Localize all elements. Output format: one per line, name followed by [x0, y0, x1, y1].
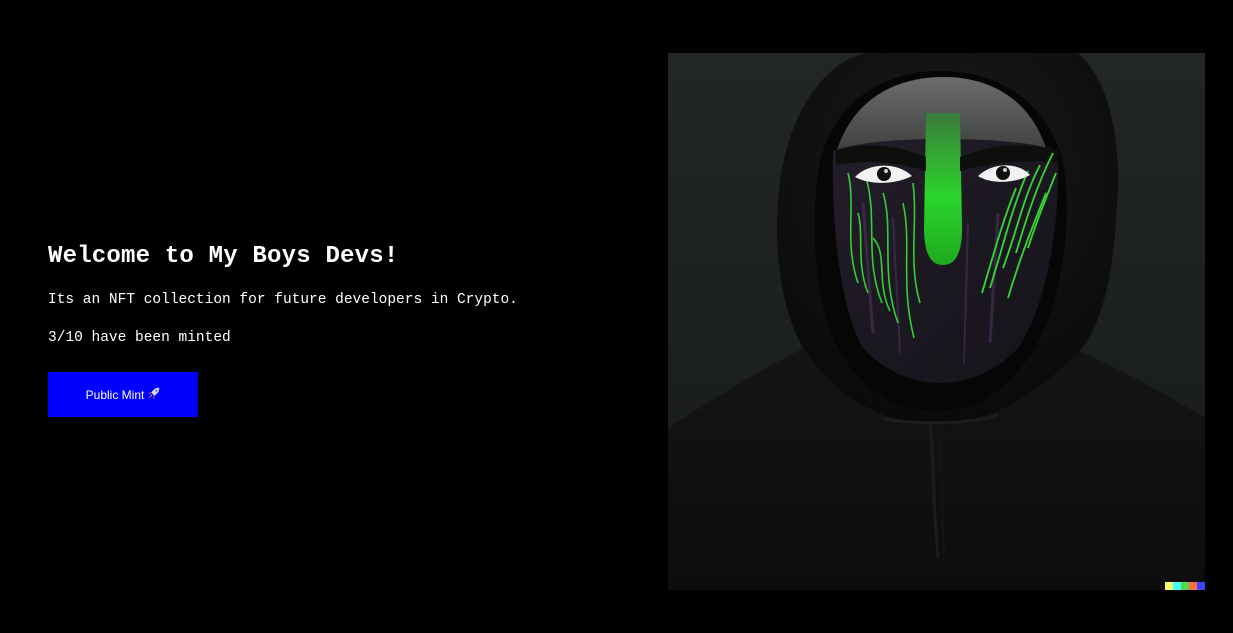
hero-section: Welcome to My Boys Devs! Its an NFT coll…: [48, 238, 608, 348]
hero-title: Welcome to My Boys Devs!: [48, 243, 399, 270]
watermark-swatch: [1189, 582, 1197, 590]
watermark-swatch: [1165, 582, 1173, 590]
watermark-swatch: [1181, 582, 1189, 590]
hero-description: Its an NFT collection for future develop…: [48, 292, 518, 308]
nft-artwork: [668, 53, 1205, 590]
minted-suffix: have been minted: [82, 330, 231, 346]
watermark-color-bar: [1165, 582, 1205, 590]
watermark-swatch: [1197, 582, 1205, 590]
watermark-swatch: [1173, 582, 1181, 590]
rocket-icon: [147, 387, 160, 403]
public-mint-label: Public Mint: [85, 387, 145, 402]
page: Welcome to My Boys Devs! Its an NFT coll…: [0, 0, 1233, 633]
public-mint-button[interactable]: Public Mint: [48, 372, 198, 417]
minted-count: 3/10: [48, 330, 83, 346]
minted-status: 3/10 have been minted: [48, 328, 608, 348]
hooded-figure-illustration: [668, 53, 1205, 590]
